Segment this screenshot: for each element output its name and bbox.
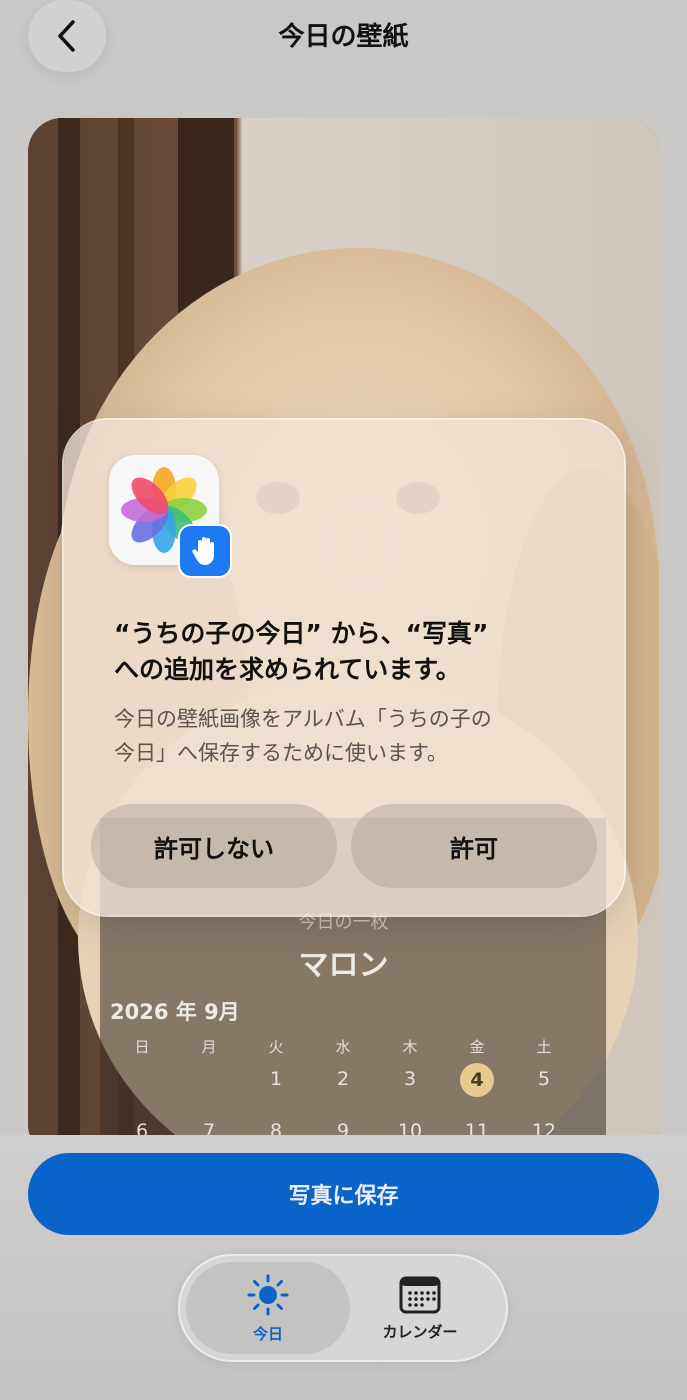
dialog-message-line: 今日」へ保存するために使います。 <box>114 741 448 765</box>
dog-name: マロン <box>298 948 389 983</box>
weekday-label: 金 <box>469 1038 485 1056</box>
save-to-photos-button[interactable]: 写真に保存 <box>28 1153 659 1235</box>
tab-calendar-label: カレンダー <box>382 1322 458 1341</box>
weekday-label: 日 <box>134 1038 150 1056</box>
weekday-label: 火 <box>268 1038 284 1056</box>
weekday-label: 水 <box>335 1038 351 1056</box>
weekday-label: 木 <box>402 1038 418 1056</box>
calendar-icon <box>399 1276 441 1313</box>
weekday-label: 月 <box>201 1038 217 1056</box>
calendar-day: 2 <box>336 1068 350 1090</box>
sun-icon <box>247 1274 289 1315</box>
page-title: 今日の壁紙 <box>278 22 409 52</box>
dialog-title-line: “うちの子の今日” から、“写真” <box>114 619 489 648</box>
photos-permission-dialog: “うちの子の今日” から、“写真” への追加を求められています。 今日の壁紙画像… <box>64 420 624 915</box>
dialog-message-line: 今日の壁紙画像をアルバム「うちの子の <box>114 707 492 731</box>
calendar-day-today: 4 <box>449 1063 505 1097</box>
calendar-day: 5 <box>537 1068 551 1090</box>
dialog-message: 今日の壁紙画像をアルバム「うちの子の 今日」へ保存するために使います。 <box>114 702 584 770</box>
today-marker: 4 <box>460 1063 494 1097</box>
deny-button[interactable]: 許可しない <box>91 804 337 888</box>
hand-privacy-icon <box>178 524 232 578</box>
allow-button[interactable]: 許可 <box>351 804 597 888</box>
dialog-title-line: への追加を求められています。 <box>114 655 461 684</box>
tab-today[interactable]: 今日 <box>186 1262 350 1354</box>
tab-today-label: 今日 <box>252 1324 283 1343</box>
dialog-title: “うちの子の今日” から、“写真” への追加を求められています。 <box>114 616 584 688</box>
calendar-day: 3 <box>403 1068 417 1090</box>
weekday-label: 土 <box>536 1038 552 1056</box>
calendar-day: 1 <box>269 1068 283 1090</box>
tab-calendar[interactable]: カレンダー <box>338 1262 502 1354</box>
tab-bar: 今日 カレンダー <box>178 1254 508 1362</box>
calendar-month: 2026 年 9月 <box>110 1000 240 1024</box>
